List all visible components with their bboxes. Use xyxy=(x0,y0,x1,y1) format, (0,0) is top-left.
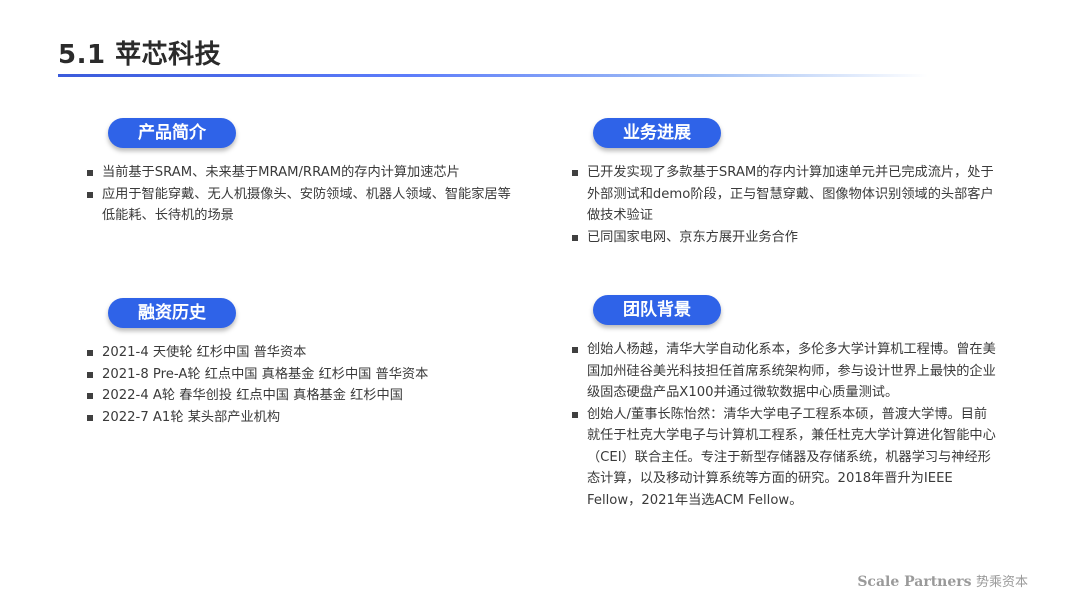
section-team: 团队背景 创始人杨越，清华大学自动化系本，多伦多大学计算机工程博。曾在美国加州硅… xyxy=(571,295,997,511)
list-item: 2021-4 天使轮 红杉中国 普华资本 xyxy=(86,342,516,364)
brand-name-en: Scale Partners xyxy=(857,574,972,590)
page-title: 5.1 苹芯科技 xyxy=(58,40,222,70)
section-heading-business: 业务进展 xyxy=(593,118,721,148)
section-heading-funding: 融资历史 xyxy=(108,298,236,328)
business-list: 已开发实现了多款基于SRAM的存内计算加速单元并已完成流片，处于外部测试和dem… xyxy=(571,162,997,248)
list-item: 应用于智能穿戴、无人机摄像头、安防领域、机器人领域、智能家居等低能耗、长待机的场… xyxy=(86,184,516,227)
list-item: 已开发实现了多款基于SRAM的存内计算加速单元并已完成流片，处于外部测试和dem… xyxy=(571,162,997,227)
list-item: 已同国家电网、京东方展开业务合作 xyxy=(571,227,997,249)
section-business: 业务进展 已开发实现了多款基于SRAM的存内计算加速单元并已完成流片，处于外部测… xyxy=(571,118,997,248)
funding-list: 2021-4 天使轮 红杉中国 普华资本 2021-8 Pre-A轮 红点中国 … xyxy=(86,342,516,428)
list-item: 2022-4 A轮 春华创投 红点中国 真格基金 红杉中国 xyxy=(86,385,516,407)
section-heading-team: 团队背景 xyxy=(593,295,721,325)
product-list: 当前基于SRAM、未来基于MRAM/RRAM的存内计算加速芯片 应用于智能穿戴、… xyxy=(86,162,516,227)
list-item: 当前基于SRAM、未来基于MRAM/RRAM的存内计算加速芯片 xyxy=(86,162,516,184)
section-product: 产品简介 当前基于SRAM、未来基于MRAM/RRAM的存内计算加速芯片 应用于… xyxy=(86,118,516,227)
brand-name-cn: 势乘资本 xyxy=(975,575,1028,590)
section-heading-product: 产品简介 xyxy=(108,118,236,148)
footer-brand: Scale Partners 势乘资本 xyxy=(857,571,1028,590)
list-item: 创始人/董事长陈怡然：清华大学电子工程系本硕，普渡大学博。目前就任于杜克大学电子… xyxy=(571,404,997,512)
list-item: 创始人杨越，清华大学自动化系本，多伦多大学计算机工程博。曾在美国加州硅谷美光科技… xyxy=(571,339,997,404)
list-item: 2022-7 A1轮 某头部产业机构 xyxy=(86,407,516,429)
section-funding: 融资历史 2021-4 天使轮 红杉中国 普华资本 2021-8 Pre-A轮 … xyxy=(86,298,516,428)
team-list: 创始人杨越，清华大学自动化系本，多伦多大学计算机工程博。曾在美国加州硅谷美光科技… xyxy=(571,339,997,511)
title-divider xyxy=(58,74,928,77)
list-item: 2021-8 Pre-A轮 红点中国 真格基金 红杉中国 普华资本 xyxy=(86,364,516,386)
